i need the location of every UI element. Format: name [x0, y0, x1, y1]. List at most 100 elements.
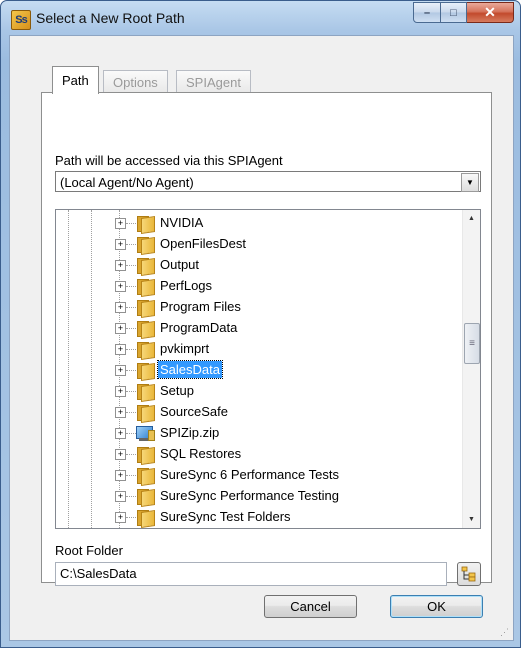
dialog-client-area: Path Options SPIAgent Path will be acces… [9, 35, 514, 641]
expand-icon[interactable]: + [115, 428, 126, 439]
folder-icon [137, 384, 155, 402]
expand-icon[interactable]: + [115, 344, 126, 355]
tab-path[interactable]: Path [52, 66, 99, 94]
tree-item[interactable]: + SureSync 6 Performance Tests [56, 465, 460, 486]
tree-item[interactable]: + pvkimprt [56, 339, 460, 360]
tree-item[interactable]: + Output [56, 255, 460, 276]
tree-item[interactable]: + SQL Restores [56, 444, 460, 465]
agent-dropdown[interactable]: (Local Agent/No Agent) ▼ [55, 171, 481, 192]
tab-spiagent[interactable]: SPIAgent [176, 70, 251, 93]
tree-connector [126, 391, 136, 392]
folder-icon [137, 279, 155, 297]
tree-connector [126, 349, 136, 350]
expand-icon[interactable]: + [115, 407, 126, 418]
folder-tree[interactable]: + NVIDIA + OpenFilesDest + Output + PerfLogs + Pr… [55, 209, 481, 529]
tree-connector [126, 433, 136, 434]
tree-item[interactable]: + Setup [56, 381, 460, 402]
agent-label: Path will be accessed via this SPIAgent [55, 153, 283, 168]
expand-icon[interactable]: + [115, 323, 126, 334]
tree-item-label[interactable]: SPIZip.zip [158, 424, 221, 441]
tree-item-label[interactable]: Output [158, 256, 201, 273]
tree-item-label[interactable]: ProgramData [158, 319, 239, 336]
tree-item[interactable]: + NVIDIA [56, 213, 460, 234]
folder-icon [137, 510, 155, 528]
window-title: Select a New Root Path [36, 10, 185, 26]
tree-item[interactable]: + OpenFilesDest [56, 234, 460, 255]
tree-scrollbar[interactable]: ▲ ≡ ▼ [462, 210, 480, 528]
tree-connector [126, 370, 136, 371]
scroll-down-arrow-icon[interactable]: ▼ [463, 511, 480, 528]
tree-connector [126, 475, 136, 476]
expand-icon[interactable]: + [115, 281, 126, 292]
tree-item-label[interactable]: SureSync 6 Performance Tests [158, 466, 341, 483]
tree-item-label[interactable]: OpenFilesDest [158, 235, 248, 252]
tree-item[interactable]: + PerfLogs [56, 276, 460, 297]
tree-connector [126, 223, 136, 224]
expand-icon[interactable]: + [115, 512, 126, 523]
resize-grip-icon[interactable]: ⋰ [500, 627, 511, 638]
expand-icon[interactable]: + [115, 302, 126, 313]
tree-item-label[interactable]: NVIDIA [158, 214, 205, 231]
tree-item[interactable]: + SureSync Performance Testing [56, 486, 460, 507]
tree-item-label[interactable]: PerfLogs [158, 277, 214, 294]
folder-icon [137, 405, 155, 423]
app-icon: Ss [11, 10, 31, 30]
folder-icon [137, 468, 155, 486]
tree-item-label[interactable]: SQL Restores [158, 445, 243, 462]
scroll-up-arrow-icon[interactable]: ▲ [463, 210, 480, 227]
browse-folder-button[interactable] [457, 562, 481, 586]
tree-item-label[interactable]: Setup [158, 382, 196, 399]
folder-icon [137, 237, 155, 255]
path-tab-panel: Path will be accessed via this SPIAgent … [41, 92, 492, 586]
tree-item[interactable]: + SourceSafe [56, 402, 460, 423]
tree-connector [126, 496, 136, 497]
tree-connector [126, 412, 136, 413]
expand-icon[interactable]: + [115, 260, 126, 271]
tree-item-label[interactable]: SalesData [157, 360, 223, 379]
folder-icon [137, 258, 155, 276]
tree-connector [126, 244, 136, 245]
tree-item[interactable]: + SureSync Test Folders [56, 507, 460, 528]
dropdown-arrow-icon[interactable]: ▼ [461, 173, 479, 192]
folder-icon [137, 300, 155, 318]
tree-item-label[interactable]: Program Files [158, 298, 243, 315]
tree-item-label[interactable]: SourceSafe [158, 403, 230, 420]
cancel-button[interactable]: Cancel [264, 595, 357, 618]
minimize-button[interactable]: – [413, 2, 441, 23]
tree-item[interactable]: + Program Files [56, 297, 460, 318]
expand-icon[interactable]: + [115, 365, 126, 376]
title-bar[interactable]: Ss Select a New Root Path – □ ✕ [1, 1, 520, 35]
tree-item-label[interactable]: pvkimprt [158, 340, 211, 357]
tree-connector [126, 517, 136, 518]
tree-item-label[interactable]: SureSync Test Folders [158, 508, 293, 525]
expand-icon[interactable]: + [115, 449, 126, 460]
tree-connector [126, 328, 136, 329]
agent-dropdown-value: (Local Agent/No Agent) [60, 175, 194, 190]
tab-options[interactable]: Options [103, 70, 168, 93]
expand-icon[interactable]: + [115, 218, 126, 229]
dialog-window: Ss Select a New Root Path – □ ✕ Path Opt… [0, 0, 521, 648]
caption-buttons: – □ ✕ [413, 2, 514, 23]
maximize-button[interactable]: □ [441, 2, 467, 23]
tree-connector [126, 307, 136, 308]
tree-item-label[interactable]: SureSync Performance Testing [158, 487, 341, 504]
expand-icon[interactable]: + [115, 239, 126, 250]
tree-item[interactable]: + SalesData [56, 360, 460, 381]
close-button[interactable]: ✕ [467, 2, 514, 23]
tree-connector [126, 286, 136, 287]
tree-item[interactable]: + SPIZip.zip [56, 423, 460, 444]
expand-icon[interactable]: + [115, 386, 126, 397]
ok-button[interactable]: OK [390, 595, 483, 618]
root-folder-label: Root Folder [55, 543, 123, 558]
tree-connector [126, 265, 136, 266]
tree-item[interactable]: + ProgramData [56, 318, 460, 339]
folder-icon [137, 216, 155, 234]
folder-icon [137, 363, 155, 381]
expand-icon[interactable]: + [115, 470, 126, 481]
root-folder-input[interactable]: C:\SalesData [55, 562, 447, 586]
scrollbar-thumb[interactable]: ≡ [464, 323, 480, 364]
expand-icon[interactable]: + [115, 491, 126, 502]
tree-connector [126, 454, 136, 455]
folder-icon [137, 321, 155, 339]
zip-file-icon [136, 426, 155, 441]
